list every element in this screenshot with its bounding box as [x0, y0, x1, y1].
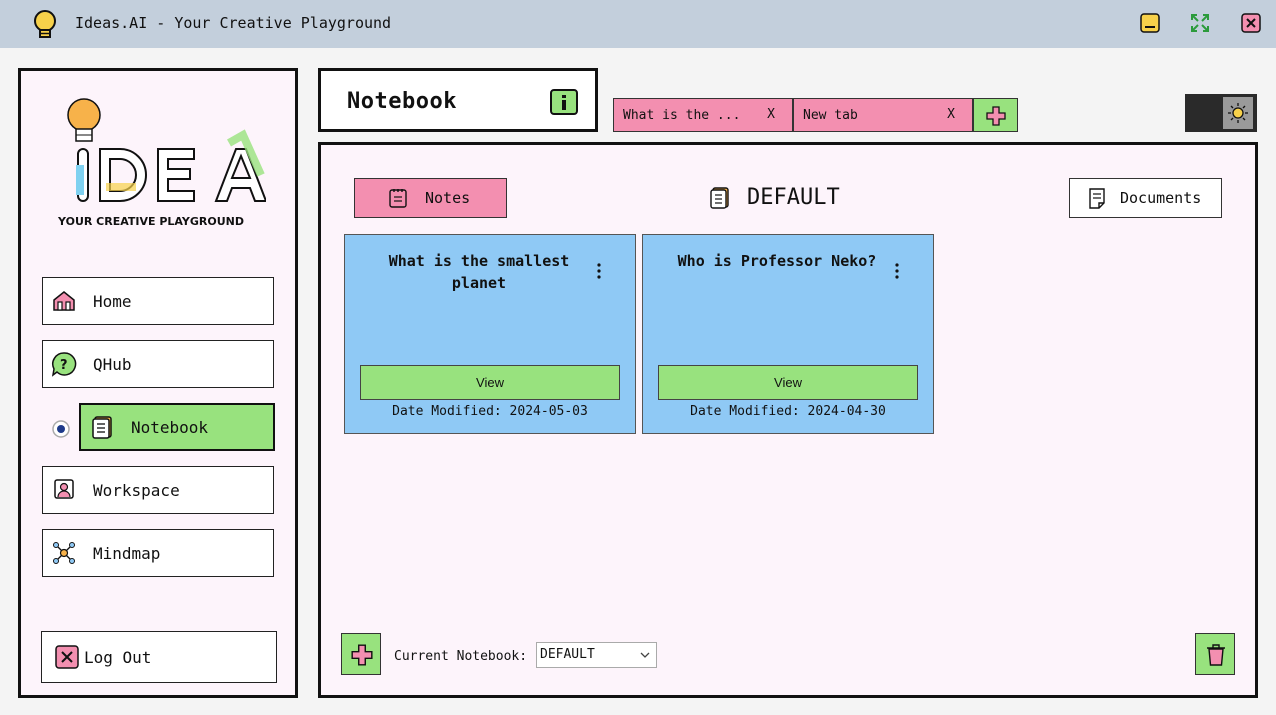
- tab-new-tab[interactable]: New tab X: [793, 98, 973, 132]
- page-header: Notebook: [318, 68, 598, 132]
- notebook-icon: [710, 186, 729, 209]
- logout-icon: [55, 645, 79, 669]
- notebook-name: DEFAULT: [707, 185, 840, 210]
- tab-close-button[interactable]: X: [767, 107, 775, 122]
- sidebar-item-label: Notebook: [131, 417, 209, 437]
- document-icon: [1089, 188, 1105, 209]
- page-title: Notebook: [347, 89, 457, 114]
- sidebar-item-label: QHub: [93, 354, 132, 374]
- maximize-icon[interactable]: [1189, 12, 1211, 34]
- plus-icon: [351, 644, 373, 666]
- main-panel: Notes DEFAULT Documents What is the smal…: [318, 142, 1258, 698]
- note-card-title: Who is Professor Neko?: [677, 252, 877, 270]
- current-notebook-label: Current Notebook:: [394, 649, 528, 664]
- date-modified: Date Modified: 2024-05-03: [392, 404, 588, 419]
- mindmap-icon: [53, 542, 75, 564]
- notes-icon: [389, 189, 407, 208]
- logout-button[interactable]: Log Out: [41, 631, 277, 683]
- date-modified: Date Modified: 2024-04-30: [690, 404, 886, 419]
- workspace-icon: [54, 479, 74, 499]
- notes-label: Notes: [425, 189, 471, 207]
- theme-toggle-knob[interactable]: [1223, 97, 1253, 129]
- theme-toggle[interactable]: [1185, 94, 1257, 132]
- notes-button[interactable]: Notes: [354, 178, 507, 218]
- tab-what-is-the[interactable]: What is the ... X: [613, 98, 793, 132]
- sidebar-item-label: Home: [93, 291, 132, 311]
- sidebar-item-label: Workspace: [93, 480, 180, 500]
- app-title: Ideas.AI - Your Creative Playground: [75, 14, 392, 32]
- documents-label: Documents: [1120, 189, 1202, 207]
- delete-button[interactable]: [1195, 633, 1235, 675]
- tab-close-button[interactable]: X: [947, 107, 955, 122]
- info-icon[interactable]: [549, 88, 579, 116]
- sidebar-item-mindmap[interactable]: Mindmap: [42, 529, 274, 577]
- logo-subtitle: YOUR CREATIVE PLAYGROUND: [58, 215, 244, 228]
- add-tab-button[interactable]: [973, 98, 1018, 132]
- active-indicator-icon: [52, 420, 70, 438]
- close-icon[interactable]: [1240, 12, 1262, 34]
- more-options-icon[interactable]: [889, 261, 905, 281]
- notebook-icon: [92, 416, 112, 439]
- sidebar-item-label: Mindmap: [93, 543, 161, 563]
- question-icon: ?: [51, 352, 77, 377]
- note-card-title: What is the smallest planet: [388, 252, 570, 292]
- minimize-icon[interactable]: [1139, 12, 1161, 34]
- tab-label: New tab: [803, 107, 858, 123]
- current-notebook-select[interactable]: DEFAULT: [536, 642, 657, 668]
- note-card[interactable]: What is the smallest planet View Date Mo…: [344, 234, 636, 434]
- documents-button[interactable]: Documents: [1069, 178, 1222, 218]
- sidebar-item-workspace[interactable]: Workspace: [42, 466, 274, 514]
- logout-label: Log Out: [84, 647, 152, 667]
- sidebar-item-qhub[interactable]: ? QHub: [42, 340, 274, 388]
- view-button[interactable]: View: [658, 365, 918, 400]
- plus-icon: [986, 106, 1006, 126]
- idea-logo: [67, 98, 266, 202]
- svg-text:?: ?: [60, 358, 68, 373]
- add-note-button[interactable]: [341, 633, 381, 675]
- trash-icon: [1207, 644, 1225, 666]
- title-bar: Ideas.AI - Your Creative Playground: [0, 0, 1276, 48]
- sidebar-item-notebook[interactable]: Notebook: [79, 403, 275, 451]
- sidebar: YOUR CREATIVE PLAYGROUND Home ? QHub Not…: [18, 68, 298, 698]
- chevron-down-icon: [640, 652, 650, 658]
- sun-icon: [1228, 103, 1248, 123]
- lightbulb-icon: [34, 10, 56, 38]
- tab-label: What is the ...: [623, 107, 741, 123]
- view-button[interactable]: View: [360, 365, 620, 400]
- sidebar-item-home[interactable]: Home: [42, 277, 274, 325]
- notebook-name-label: DEFAULT: [747, 185, 840, 210]
- more-options-icon[interactable]: [591, 261, 607, 281]
- note-card[interactable]: Who is Professor Neko? View Date Modifie…: [642, 234, 934, 434]
- home-icon: [53, 291, 75, 311]
- current-notebook-value: DEFAULT: [540, 647, 595, 662]
